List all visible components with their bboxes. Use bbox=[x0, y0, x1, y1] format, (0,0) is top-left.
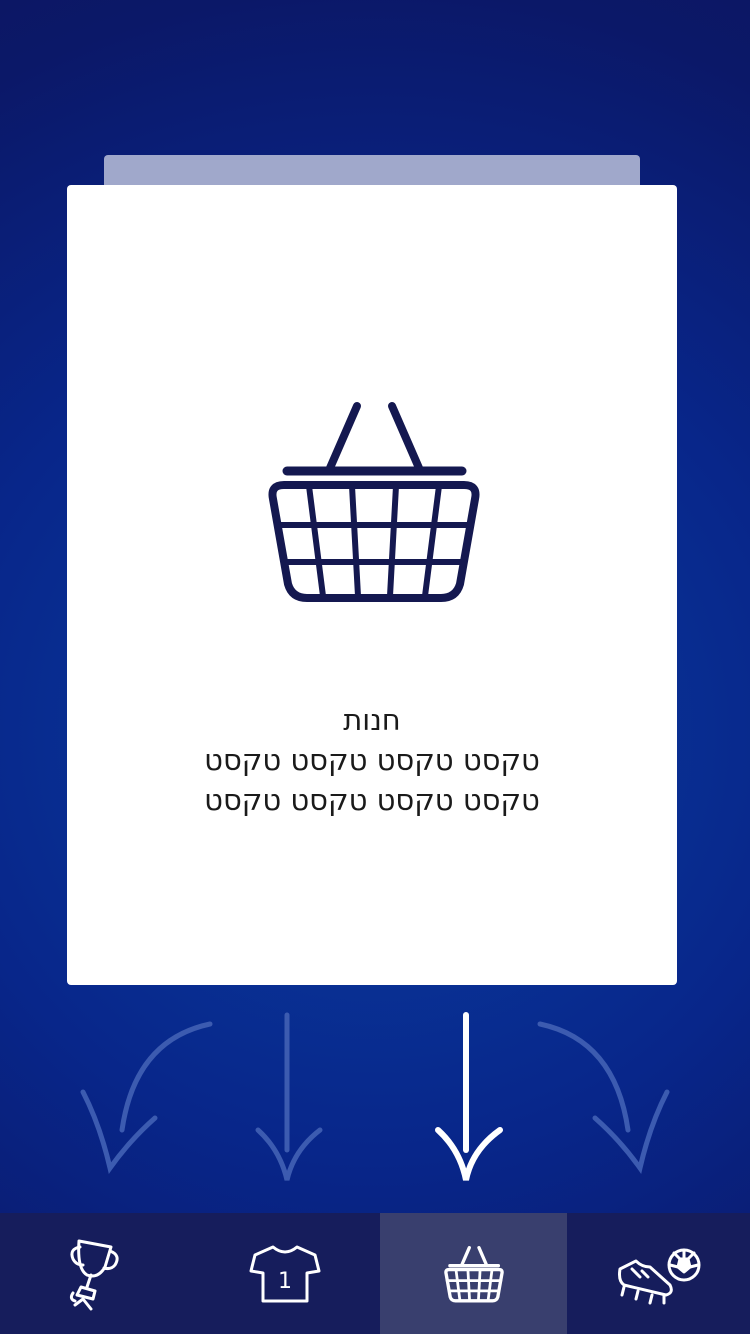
card-title: חנות bbox=[343, 703, 401, 737]
shopping-basket-icon bbox=[443, 1245, 504, 1303]
jersey-number: 1 bbox=[278, 1269, 292, 1294]
bottom-tab-bar: 1 bbox=[0, 1213, 750, 1334]
card-description-line-2: טקסט טקסט טקסט טקסט bbox=[204, 783, 540, 817]
down-arrow-highlight-icon bbox=[435, 1012, 503, 1181]
jersey-icon: 1 bbox=[249, 1245, 321, 1302]
tab-football[interactable] bbox=[567, 1213, 750, 1334]
trophy-icon bbox=[69, 1239, 119, 1310]
curved-arrow-right-icon bbox=[537, 1021, 670, 1174]
tab-hint-arrows bbox=[80, 1012, 670, 1181]
curved-arrow-left-icon bbox=[80, 1021, 213, 1174]
card-text: חנות טקסט טקסט טקסט טקסט טקסט טקסט טקסט … bbox=[67, 700, 677, 820]
down-arrow-faint-icon bbox=[255, 1012, 323, 1181]
card-description-line-1: טקסט טקסט טקסט טקסט bbox=[204, 743, 540, 777]
tab-jersey[interactable]: 1 bbox=[190, 1213, 380, 1334]
tab-shop[interactable] bbox=[380, 1213, 567, 1334]
tab-trophies[interactable] bbox=[0, 1213, 190, 1334]
football-boot-icon bbox=[617, 1248, 700, 1304]
shopping-basket-icon bbox=[268, 402, 480, 602]
